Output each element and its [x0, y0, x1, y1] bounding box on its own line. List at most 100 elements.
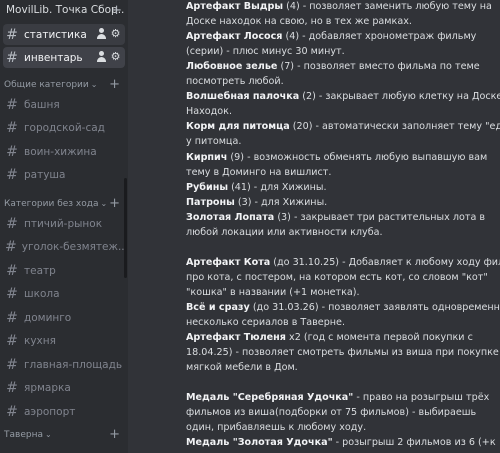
- channel-item[interactable]: # школа: [3, 284, 125, 305]
- server-name: MovilLib. Точка Сбор...: [6, 4, 124, 16]
- channel-item[interactable]: # статистика ⚙: [3, 24, 125, 45]
- add-icon[interactable]: +: [111, 4, 122, 18]
- category-title: Категории без хода: [4, 199, 99, 209]
- chevron-down-icon: ⌄: [44, 430, 52, 439]
- item-name: Волшебная палочка: [186, 91, 300, 103]
- add-channel-icon[interactable]: +: [109, 196, 120, 211]
- message-line: Артефакт Тюленя x2 (год с момента первой…: [186, 331, 500, 345]
- item-name: Золотая Лопата: [186, 211, 275, 223]
- item-text: один, прибавляешь к любому ходу.: [186, 422, 367, 434]
- add-channel-icon[interactable]: +: [109, 427, 120, 442]
- item-text: (2) - закрывает любую клетку на Доске: [299, 91, 500, 103]
- message-line: Золотая Лопата (3) - закрывает три расти…: [186, 211, 500, 225]
- hash-icon: #: [6, 309, 18, 326]
- hash-icon: #: [6, 380, 18, 396]
- message-line: посмотреть любой.: [186, 75, 500, 89]
- channel-item[interactable]: # башня: [3, 94, 125, 115]
- message-line: Артефакт Выдры (4) - позволяет заменить …: [186, 0, 500, 14]
- message-line: про кота, с постером, на котором есть ко…: [186, 271, 500, 285]
- gear-icon[interactable]: ⚙: [110, 51, 121, 62]
- item-name: Артефакт Выдры: [186, 1, 284, 12]
- item-text: 18.04.25) - позволяет смотреть фильмы из…: [186, 347, 499, 359]
- message-line: Находок.: [186, 105, 500, 119]
- channel-label: ярмарка: [24, 382, 71, 394]
- channel-sidebar: MovilLib. Точка Сбор... ⌄ + # статистика ⚙…: [0, 0, 128, 453]
- item-text: у питомца.: [186, 136, 242, 148]
- item-text: несколько сериалов в Таверне.: [186, 317, 346, 329]
- category-title: Таверна: [4, 430, 43, 440]
- hash-icon: #: [6, 403, 18, 420]
- hash-icon: #: [6, 49, 18, 66]
- message-line: Артефакт Лосося (4) - добавляет хрономет…: [186, 30, 500, 44]
- item-name: Артефакт Кота: [186, 256, 271, 268]
- channel-label: главная-площадь: [24, 358, 123, 371]
- channel-label: кухня: [24, 335, 56, 347]
- message-line: любой локации или активности клуба.: [186, 226, 500, 240]
- message-line: фильмов из виша(подборки от 75 фильмов) …: [186, 406, 500, 420]
- hash-icon: #: [6, 356, 18, 373]
- channel-item[interactable]: # ярмарка: [3, 378, 125, 399]
- category-header[interactable]: Таверна ⌄ +: [4, 427, 122, 444]
- item-text: - право на розыгрыш трёх: [353, 392, 490, 404]
- hash-icon: #: [6, 333, 18, 349]
- item-text: Находок.: [186, 106, 232, 118]
- channel-item[interactable]: # театр: [3, 260, 125, 281]
- gear-icon[interactable]: ⚙: [110, 28, 121, 39]
- category-header[interactable]: Общие категории ⌄ +: [4, 77, 122, 94]
- channel-item[interactable]: # городской-сад: [3, 118, 125, 139]
- message-line: мягкой мебели в Дом.: [186, 361, 500, 375]
- channel-item[interactable]: # аэропорт: [3, 401, 125, 422]
- invite-icon[interactable]: [96, 51, 107, 62]
- message-line: Всё и сразу (до 31.03.26) - позволяет за…: [186, 301, 500, 315]
- hash-icon: #: [6, 215, 18, 232]
- message-line: у питомца.: [186, 135, 500, 149]
- channel-item[interactable]: # воин-хижина: [3, 141, 125, 162]
- item-text: (20) - автоматически заполняет тему "еда…: [289, 121, 500, 133]
- chevron-down-icon: ⌄: [90, 80, 98, 89]
- item-text: (3) - для Хижины.: [234, 196, 328, 208]
- item-text: мягкой мебели в Дом.: [186, 362, 298, 374]
- sidebar-scrollbar[interactable]: [124, 178, 127, 278]
- server-header[interactable]: MovilLib. Точка Сбор... ⌄ +: [6, 4, 124, 20]
- item-name: Любовное зелье: [186, 61, 278, 73]
- message-line: Медаль "Золотая Удочка" - розыгрыш 2 фил…: [186, 436, 500, 450]
- item-text: (до 31.10.25) - Добавляет к любому ходу …: [270, 256, 500, 268]
- item-text: посмотреть любой.: [186, 76, 284, 88]
- channel-item[interactable]: # ратуша: [3, 165, 125, 186]
- item-text: (7) - позволяет вместо фильма по теме: [277, 61, 480, 73]
- message-line: Артефакт Кота (до 31.10.25) - Добавляет …: [186, 256, 500, 270]
- add-channel-icon[interactable]: +: [109, 77, 120, 92]
- item-text: (4) - позволяет заменить любую тему на: [283, 1, 492, 12]
- message-line: "кошка" в названии (+1 монетка).: [186, 286, 500, 300]
- channel-label: городской-сад: [24, 122, 105, 134]
- channel-item[interactable]: # птичий-рынок: [3, 213, 125, 234]
- channel-tools: ⚙: [96, 51, 121, 62]
- item-text: про кота, с постером, на котором есть ко…: [186, 271, 488, 283]
- message-line: один, прибавляешь к любому ходу.: [186, 421, 500, 435]
- item-text: (3) - закрывает три растительных лота в: [274, 211, 486, 223]
- message-line: Корм для питомца (20) - автоматически за…: [186, 120, 500, 134]
- item-text: тему в Доминго на вишлист.: [186, 166, 332, 178]
- channel-item[interactable]: # уголок-безмятеж...: [3, 237, 125, 258]
- item-text: (до 31.03.26) - позволяет заявлять однов…: [249, 302, 500, 313]
- message-line: Медаль "Серебряная Удочка" - право на ро…: [186, 391, 500, 405]
- hash-icon: #: [6, 143, 18, 160]
- channel-item[interactable]: # кухня: [3, 331, 125, 352]
- invite-icon[interactable]: [96, 28, 107, 39]
- channel-item[interactable]: # инвентарь ⚙: [3, 47, 125, 68]
- category-header[interactable]: Категории без хода ⌄ +: [4, 196, 122, 213]
- item-name: Всё и сразу: [186, 302, 250, 313]
- channel-item[interactable]: # главная-площадь: [3, 354, 125, 375]
- message-line: несколько сериалов в Таверне.: [186, 316, 500, 330]
- message-line: Волшебная палочка (2) - закрывает любую …: [186, 90, 500, 104]
- item-text: (9) - возможность обменять любую выпавшу…: [227, 151, 488, 163]
- item-name: Патроны: [186, 196, 235, 208]
- channel-item[interactable]: # доминго: [3, 307, 125, 328]
- item-text: Доске находок на свою, но в тех же рамка…: [186, 16, 412, 28]
- hash-icon: #: [6, 286, 18, 302]
- item-name: Рубины: [186, 181, 229, 193]
- channel-label: школа: [24, 288, 60, 300]
- item-name: Медаль "Серебряная Удочка": [186, 392, 354, 404]
- channel-label: театр: [24, 264, 56, 277]
- channel-label: птичий-рынок: [24, 217, 103, 230]
